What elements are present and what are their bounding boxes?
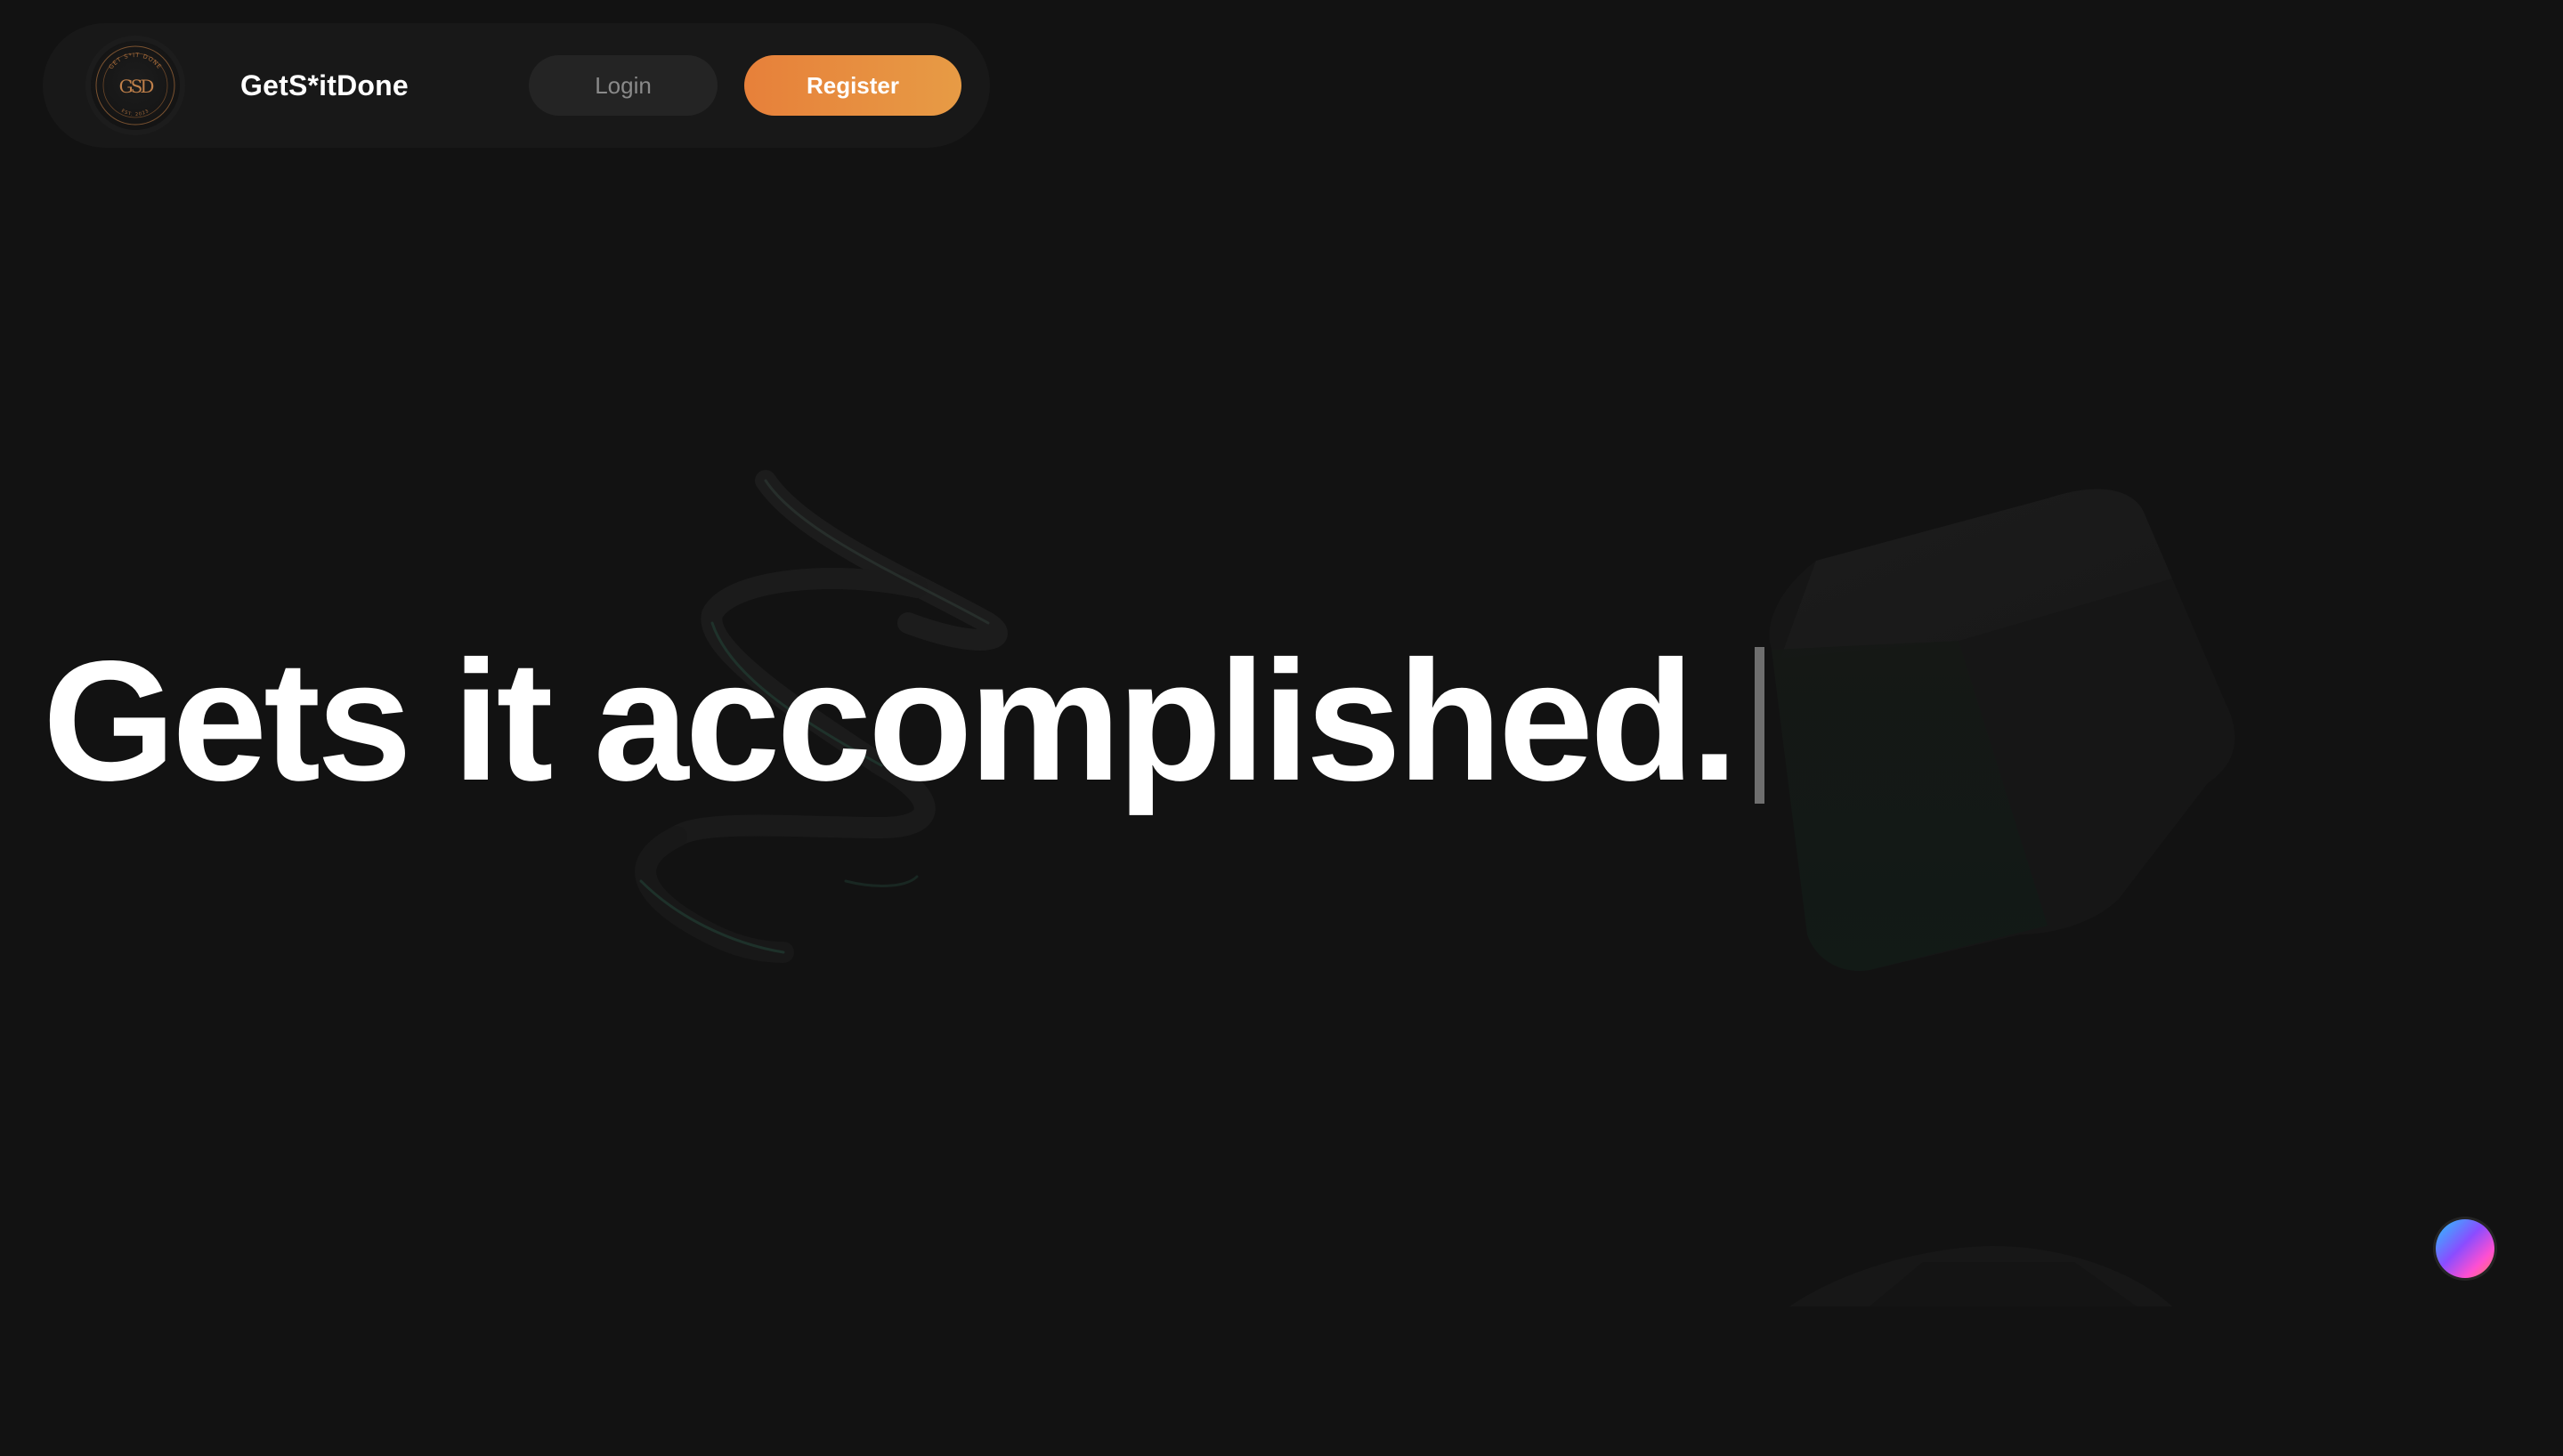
- gradient-orb-icon[interactable]: [2436, 1219, 2494, 1278]
- top-navbar: GET S*IT DONE EST. 2023 GSD GetS*itDone …: [43, 23, 990, 148]
- typing-caret: [1754, 647, 1764, 804]
- dome-shape: [1789, 1246, 2172, 1306]
- hero-headline: Gets it accomplished.: [43, 623, 1764, 819]
- svg-text:GET S*IT DONE: GET S*IT DONE: [108, 52, 164, 71]
- hero-headline-text: Gets it accomplished.: [43, 625, 1739, 816]
- logo-monogram: GSD: [119, 76, 154, 97]
- logo-ring-text-top: GET S*IT DONE: [108, 52, 163, 71]
- brand-name[interactable]: GetS*itDone: [240, 66, 409, 105]
- brand-logo[interactable]: GET S*IT DONE EST. 2023 GSD: [91, 41, 180, 130]
- landing-page: GET S*IT DONE EST. 2023 GSD GetS*itDone …: [0, 0, 2563, 1456]
- login-button[interactable]: Login: [529, 55, 718, 116]
- cube-shape: [1769, 489, 2235, 971]
- svg-text:EST. 2023: EST. 2023: [120, 109, 150, 117]
- logo-ring-text-bottom: EST. 2023: [120, 109, 150, 117]
- register-button[interactable]: Register: [744, 55, 961, 116]
- gsd-emblem-logo-icon: GET S*IT DONE EST. 2023 GSD: [95, 45, 175, 125]
